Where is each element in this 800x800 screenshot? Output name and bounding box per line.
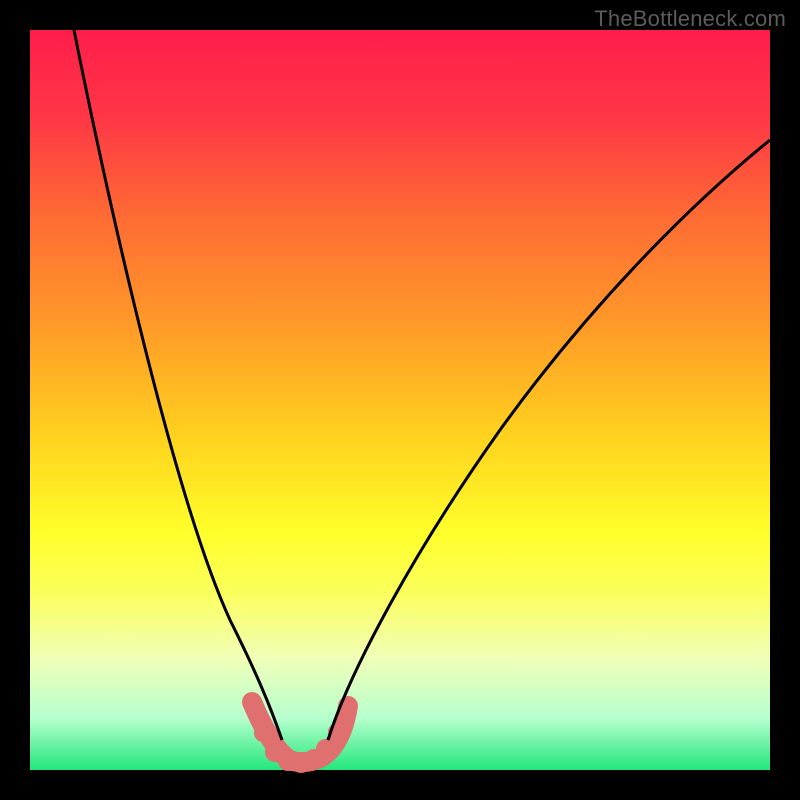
valley-dot [316,739,336,759]
chart-frame: TheBottleneck.com [0,0,800,800]
right-curve [328,140,770,740]
plot-area [30,30,770,770]
watermark-text: TheBottleneck.com [594,6,786,32]
valley-dot [244,694,260,710]
valley-dot [254,724,272,742]
curve-layer [30,30,770,770]
left-curve [74,30,282,740]
